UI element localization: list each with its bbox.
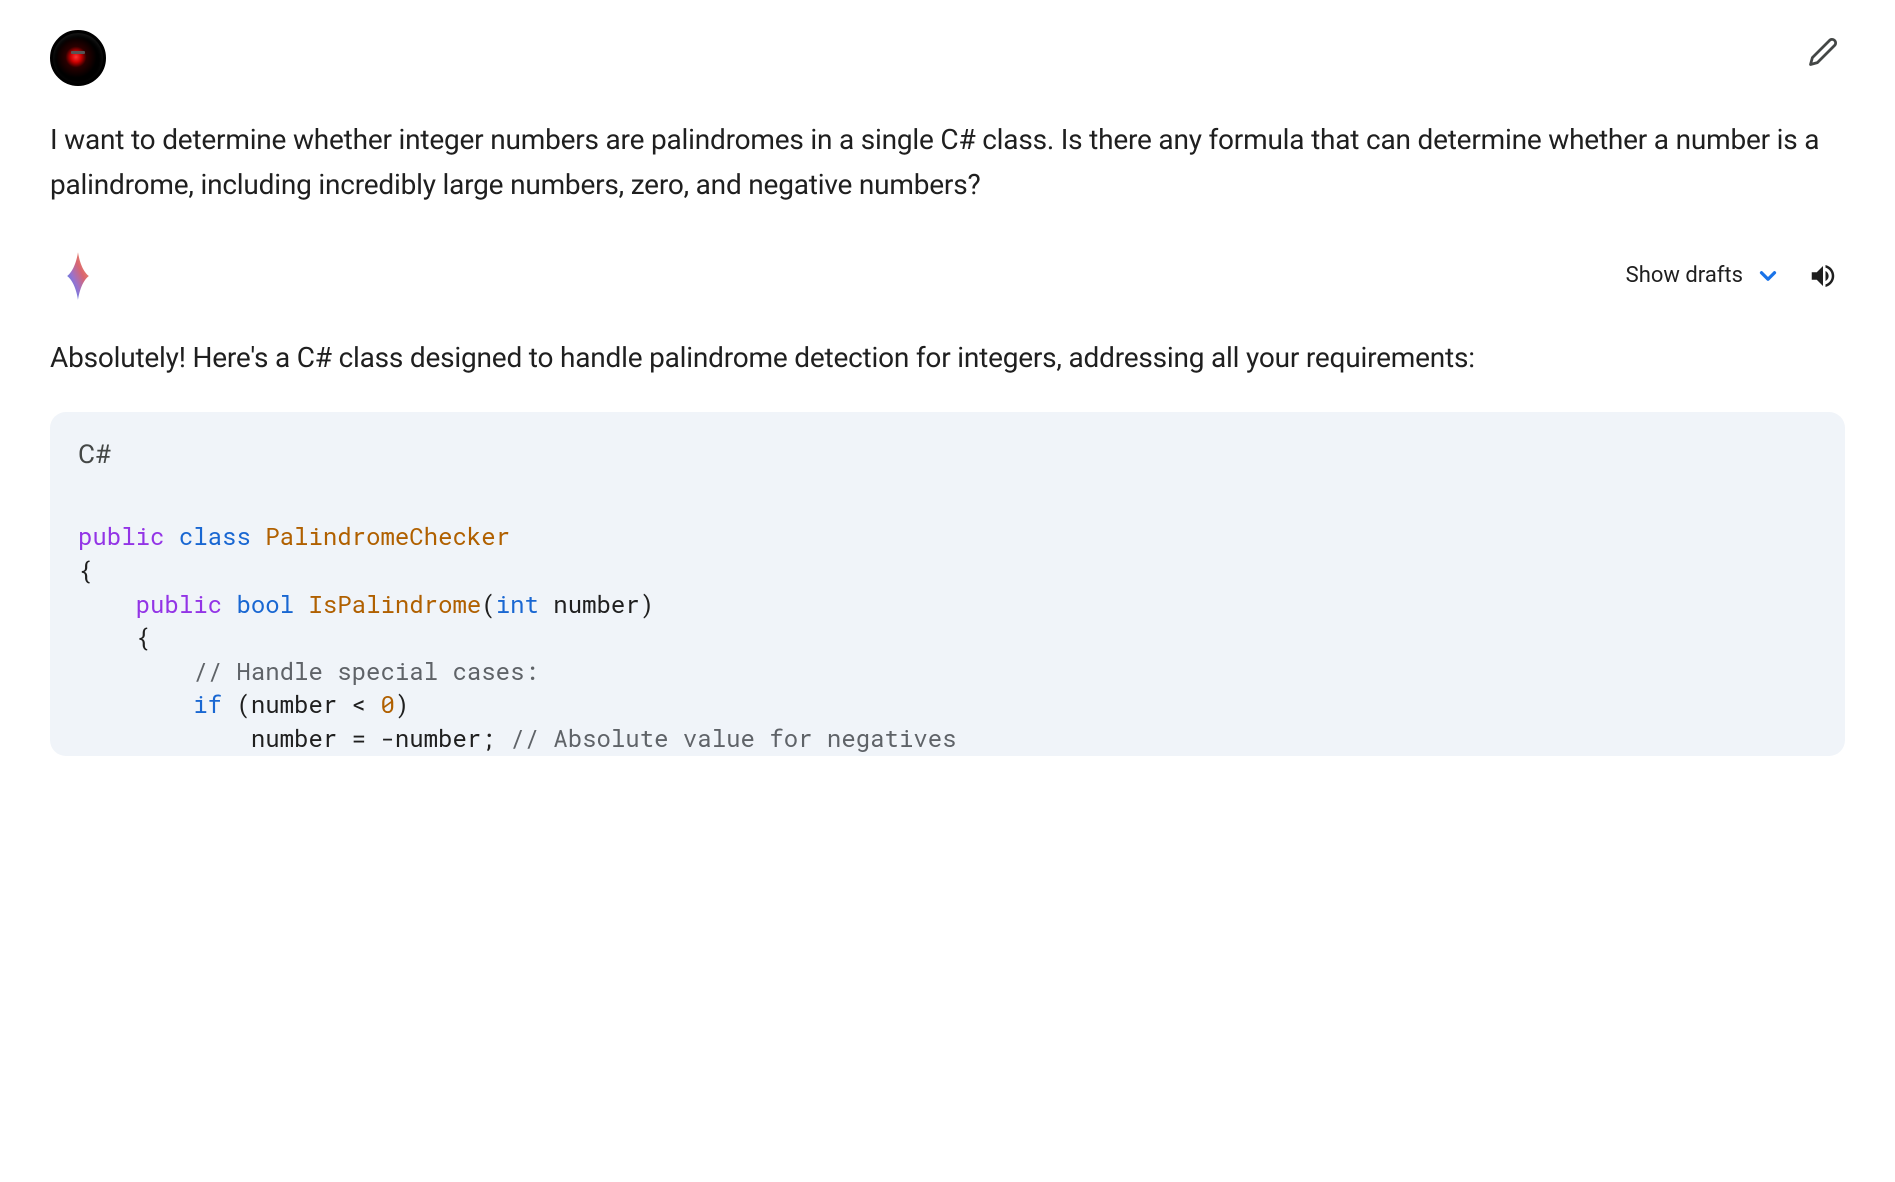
assistant-avatar xyxy=(50,248,106,304)
code-content: public class PalindromeChecker { public … xyxy=(78,520,1817,755)
code-block: C# public class PalindromeChecker { publ… xyxy=(50,412,1845,755)
sparkle-icon xyxy=(52,250,104,302)
user-message-header xyxy=(50,30,1845,86)
assistant-message-header: Show drafts xyxy=(50,248,1845,304)
code-language-label: C# xyxy=(78,440,1817,470)
user-avatar xyxy=(50,30,106,86)
assistant-header-actions: Show drafts xyxy=(1626,254,1845,298)
pencil-icon xyxy=(1808,37,1838,67)
show-drafts-button[interactable]: Show drafts xyxy=(1626,263,1781,289)
speaker-icon xyxy=(1808,261,1838,291)
user-message-text: I want to determine whether integer numb… xyxy=(50,118,1845,208)
edit-button[interactable] xyxy=(1801,30,1845,74)
assistant-message: Show drafts Absolutely! Here's a C# clas… xyxy=(50,248,1845,756)
user-message: I want to determine whether integer numb… xyxy=(50,30,1845,208)
chevron-down-icon xyxy=(1755,263,1781,289)
show-drafts-label: Show drafts xyxy=(1626,263,1743,288)
speaker-button[interactable] xyxy=(1801,254,1845,298)
assistant-intro-text: Absolutely! Here's a C# class designed t… xyxy=(50,336,1845,381)
